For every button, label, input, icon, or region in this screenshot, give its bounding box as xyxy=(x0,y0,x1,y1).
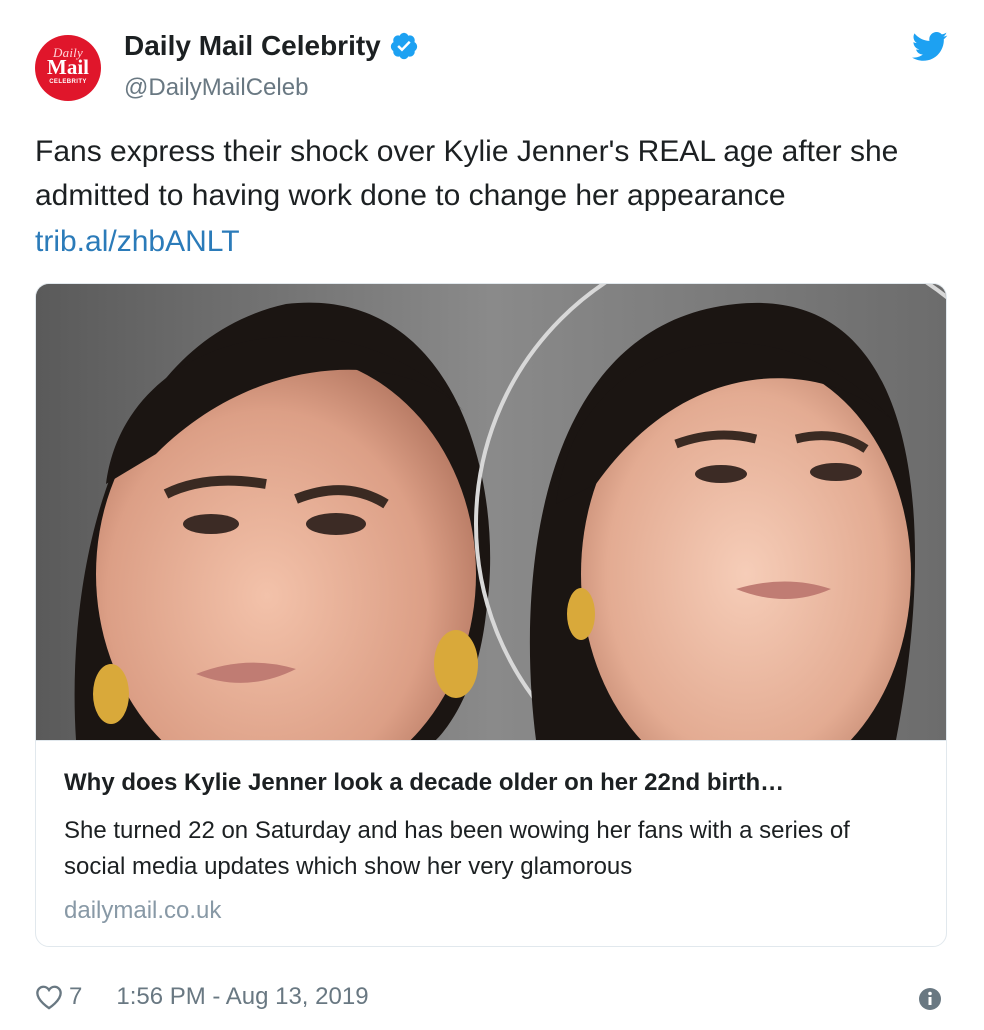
tweet-footer: 7 1:56 PM - Aug 13, 2019 xyxy=(35,983,369,1011)
card-photo-illustration xyxy=(36,284,946,740)
tweet-link[interactable]: trib.al/zhbANLT xyxy=(35,220,240,264)
link-card[interactable]: Why does Kylie Jenner look a decade olde… xyxy=(35,283,947,947)
timestamp[interactable]: 1:56 PM - Aug 13, 2019 xyxy=(116,983,368,1011)
author-name-row: Daily Mail Celebrity xyxy=(124,30,419,62)
info-icon[interactable] xyxy=(918,987,942,1011)
card-body[interactable]: Why does Kylie Jenner look a decade olde… xyxy=(36,740,946,946)
like-count[interactable]: 7 xyxy=(69,983,82,1011)
card-image[interactable] xyxy=(36,284,946,740)
heart-icon[interactable] xyxy=(35,984,63,1010)
author-display-name[interactable]: Daily Mail Celebrity xyxy=(124,30,381,62)
twitter-bird-icon[interactable] xyxy=(912,32,948,62)
avatar-text-celebrity: CELEBRITY xyxy=(49,79,87,85)
avatar[interactable]: Daily Mail CELEBRITY xyxy=(35,35,101,101)
avatar-text-mail: Mail xyxy=(47,55,89,79)
tweet-text: Fans express their shock over Kylie Jenn… xyxy=(35,135,899,212)
author-handle[interactable]: @DailyMailCeleb xyxy=(124,74,308,102)
tweet-embed: Daily Mail CELEBRITY Daily Mail Celebrit… xyxy=(0,0,984,1030)
card-description: She turned 22 on Saturday and has been w… xyxy=(64,817,850,880)
card-title[interactable]: Why does Kylie Jenner look a decade olde… xyxy=(64,769,924,797)
card-domain: dailymail.co.uk xyxy=(64,897,222,924)
verified-badge-icon xyxy=(390,32,417,60)
